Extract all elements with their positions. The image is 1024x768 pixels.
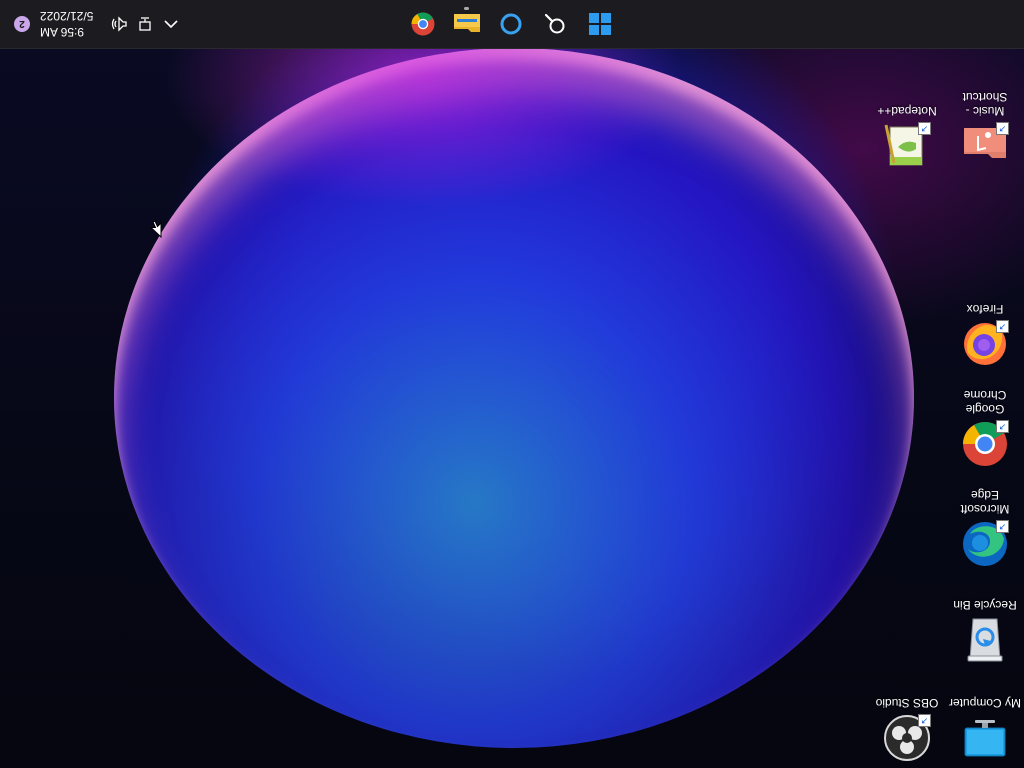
obs-icon: ↗	[883, 714, 931, 762]
shortcut-arrow-icon: ↗	[996, 420, 1009, 433]
running-indicator	[464, 7, 469, 10]
desktop-icon-label: Google Chrome	[963, 388, 1007, 416]
desktop-icon-label: Firefox	[966, 302, 1004, 316]
music-folder-icon: ↗	[961, 122, 1009, 170]
chevron-up-icon[interactable]	[161, 14, 181, 34]
desktop-icon-firefox[interactable]: ↗ Firefox	[948, 302, 1022, 368]
taskbar-chrome-button[interactable]	[405, 6, 441, 42]
volume-icon[interactable]	[109, 14, 129, 34]
network-icon[interactable]	[135, 14, 155, 34]
desktop-icon-label: Music - Shortcut	[962, 90, 1008, 118]
start-icon	[589, 13, 611, 35]
file-explorer-icon	[454, 14, 480, 32]
desktop-icon-label: My Computer	[948, 696, 1022, 710]
taskbar: 9:56 AM 5/21/2022 2	[0, 0, 1024, 49]
notepad-plus-plus-icon: ↗	[883, 122, 931, 170]
edge-icon: ↗	[961, 520, 1009, 568]
mouse-cursor-icon	[149, 215, 162, 239]
desktop-icon-notepad-plus-plus[interactable]: ↗ Notepad++	[870, 104, 944, 170]
desktop-icon-my-computer[interactable]: My Computer	[948, 696, 1022, 762]
shortcut-arrow-icon: ↗	[996, 122, 1009, 135]
desktop-icon-label: Microsoft Edge	[960, 488, 1010, 516]
desktop-icon-label: OBS Studio	[875, 696, 939, 710]
desktop-icon-music-shortcut[interactable]: ↗ Music - Shortcut	[948, 90, 1022, 170]
notification-badge[interactable]: 2	[14, 16, 30, 32]
monitor-icon	[961, 714, 1009, 762]
chrome-icon	[411, 12, 435, 36]
shortcut-arrow-icon: ↗	[918, 122, 931, 135]
clock-date: 5/21/2022	[40, 9, 94, 23]
clock-time: 9:56 AM	[40, 25, 85, 39]
taskbar-cortana-button[interactable]	[493, 6, 529, 42]
shortcut-arrow-icon: ↗	[996, 320, 1009, 333]
taskbar-file-explorer-button[interactable]	[449, 6, 485, 42]
search-icon	[544, 13, 565, 34]
desktop-icon-obs-studio[interactable]: ↗ OBS Studio	[870, 696, 944, 762]
cortana-icon	[500, 13, 522, 35]
desktop-icon-google-chrome[interactable]: ↗ Google Chrome	[948, 388, 1022, 468]
desktop-icon-label: Recycle Bin	[953, 598, 1017, 612]
chrome-icon: ↗	[961, 420, 1009, 468]
system-tray: 9:56 AM 5/21/2022 2	[14, 0, 181, 48]
shortcut-arrow-icon: ↗	[918, 714, 931, 727]
taskbar-clock[interactable]: 9:56 AM 5/21/2022	[40, 8, 93, 40]
firefox-icon: ↗	[961, 320, 1009, 368]
desktop-screen: My Computer Recycle Bin ↗ Microsoft Edge	[0, 0, 1024, 768]
recycle-bin-icon	[961, 616, 1009, 664]
taskbar-search-button[interactable]	[537, 6, 573, 42]
desktop-icon-microsoft-edge[interactable]: ↗ Microsoft Edge	[948, 488, 1022, 568]
taskbar-start-button[interactable]	[582, 6, 618, 42]
shortcut-arrow-icon: ↗	[996, 520, 1009, 533]
desktop-icon-recycle-bin[interactable]: Recycle Bin	[948, 598, 1022, 664]
desktop-icon-label: Notepad++	[877, 104, 937, 118]
